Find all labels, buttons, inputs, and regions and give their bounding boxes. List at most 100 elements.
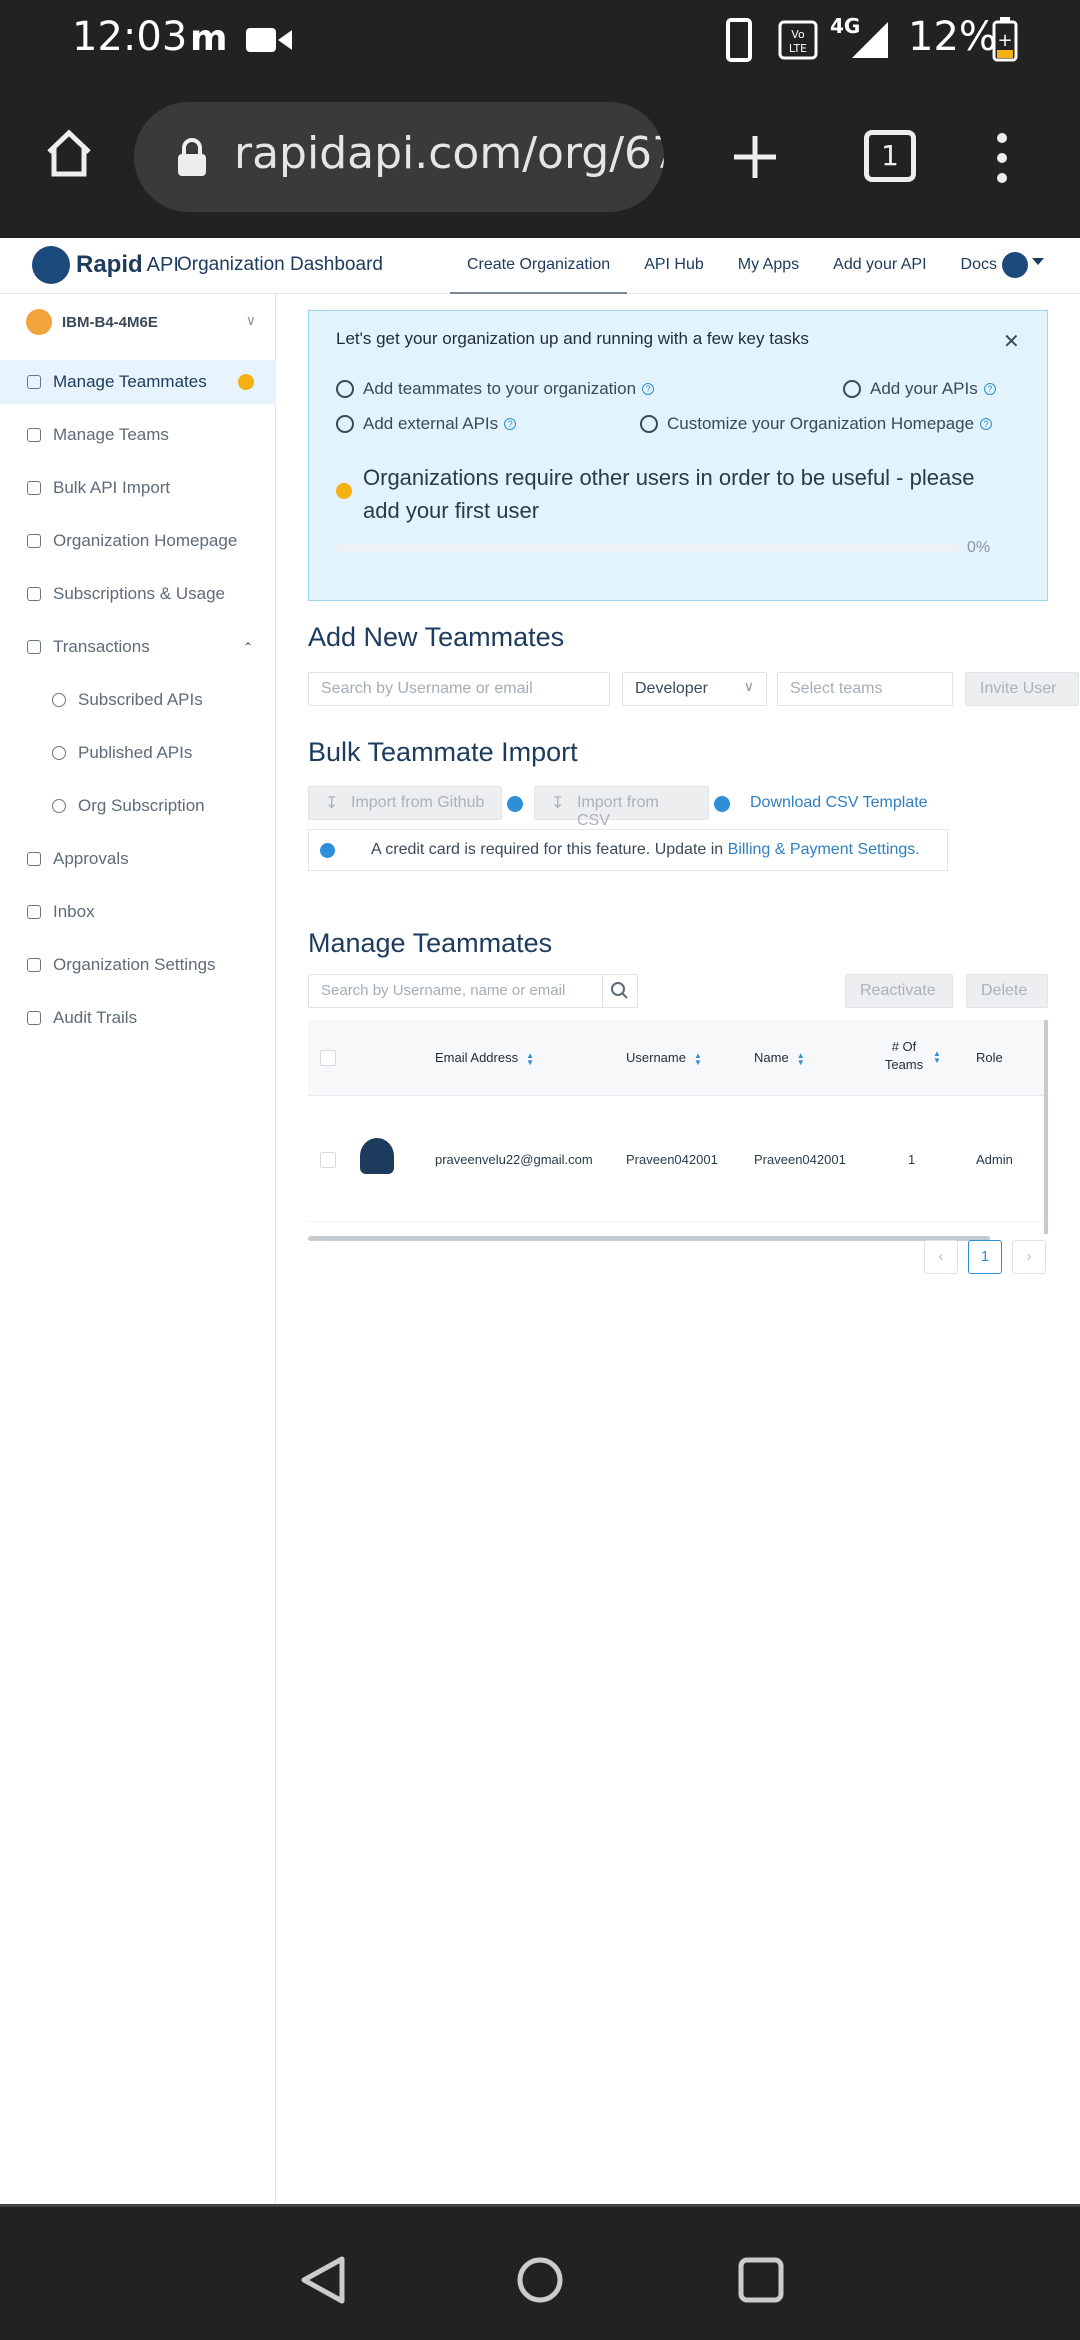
- import-github-button[interactable]: ↧ Import from Github: [308, 786, 502, 820]
- user-avatar[interactable]: [1002, 252, 1028, 278]
- svg-text:+: +: [997, 30, 1012, 51]
- nav-add-your-api[interactable]: Add your API: [816, 238, 943, 294]
- sidebar-item-bulk-api-import[interactable]: Bulk API Import: [0, 466, 276, 510]
- app-m-icon: m: [190, 18, 228, 59]
- url-text: rapidapi.com/org/67: [234, 128, 664, 179]
- search-button[interactable]: [602, 974, 638, 1008]
- upload-icon: ↧: [325, 795, 339, 812]
- tab-switcher-button[interactable]: 1: [864, 130, 916, 182]
- info-icon[interactable]: [507, 796, 523, 812]
- sidebar-item-label: Organization Settings: [53, 955, 216, 974]
- home-button-icon[interactable]: [44, 128, 94, 178]
- sidebar-item-audit-trails[interactable]: Audit Trails: [0, 996, 276, 1040]
- battery-icon: +: [992, 17, 1018, 62]
- gear-icon: [27, 958, 41, 972]
- task-label: Add your APIs: [870, 379, 978, 398]
- org-selector[interactable]: IBM-B4-4M6E ∨: [26, 302, 266, 342]
- avatar: [360, 1138, 394, 1174]
- column-email[interactable]: Email Address ▲ ▼: [435, 1050, 534, 1066]
- sidebar-item-organization-settings[interactable]: Organization Settings: [0, 943, 276, 987]
- info-icon[interactable]: [714, 796, 730, 812]
- sidebar-item-published-apis[interactable]: Published APIs: [0, 731, 276, 775]
- column-teams[interactable]: # Of Teams: [881, 1038, 927, 1074]
- back-icon[interactable]: [298, 2255, 348, 2305]
- delete-button[interactable]: Delete: [966, 974, 1048, 1008]
- billing-settings-link[interactable]: Billing & Payment Settings.: [728, 841, 920, 858]
- sidebar-item-manage-teams[interactable]: Manage Teams: [0, 413, 276, 457]
- brand-suffix: API: [146, 253, 179, 276]
- column-label: Username: [626, 1050, 686, 1065]
- more-menu-icon[interactable]: [992, 130, 1012, 186]
- member-search-input[interactable]: Search by Username, name or email: [308, 974, 603, 1008]
- video-camera-icon: [246, 28, 292, 52]
- sort-icon: ▲ ▼: [933, 1049, 941, 1065]
- nav-create-organization[interactable]: Create Organization: [450, 238, 628, 294]
- reactivate-button[interactable]: Reactivate: [845, 974, 953, 1008]
- sidebar-item-inbox[interactable]: Inbox: [0, 890, 276, 934]
- task-add-your-apis[interactable]: Add your APIs?: [843, 379, 996, 399]
- credit-card-notice: A credit card is required for this featu…: [308, 829, 948, 871]
- role-select[interactable]: Developer ∨: [622, 672, 767, 706]
- rapidapi-logo[interactable]: Rapid API: [32, 246, 179, 284]
- teammate-search-input[interactable]: Search by Username or email: [308, 672, 610, 706]
- teams-select[interactable]: Select teams: [777, 672, 953, 706]
- recents-icon[interactable]: [736, 2255, 786, 2305]
- sidebar-item-org-subscription[interactable]: Org Subscription: [0, 784, 276, 828]
- sidebar-item-label: Audit Trails: [53, 1008, 138, 1027]
- import-github-label: Import from Github: [351, 794, 485, 811]
- sidebar-item-transactions[interactable]: Transactions ⌃: [0, 625, 276, 669]
- sidebar-item-subscriptions-usage[interactable]: Subscriptions & Usage: [0, 572, 276, 616]
- tasks-warning: Organizations require other users in ord…: [363, 465, 975, 523]
- url-bar[interactable]: rapidapi.com/org/67: [134, 102, 664, 212]
- home-icon[interactable]: [515, 2255, 565, 2305]
- nav-my-apps[interactable]: My Apps: [721, 238, 816, 294]
- select-all-checkbox[interactable]: [320, 1050, 336, 1066]
- chevron-up-icon: ⌃: [243, 640, 254, 654]
- task-add-teammates[interactable]: Add teammates to your organization?: [336, 379, 655, 399]
- dollar-icon: [52, 746, 66, 760]
- nav-api-hub[interactable]: API Hub: [627, 238, 721, 294]
- row-checkbox[interactable]: [320, 1152, 336, 1168]
- table-header: Email Address ▲ ▼ Username ▲ ▼ Name ▲ ▼ # Of T…: [308, 1020, 1048, 1096]
- role-value: Developer: [635, 680, 708, 697]
- invite-user-button[interactable]: Invite User: [965, 672, 1079, 706]
- help-icon[interactable]: ?: [980, 418, 993, 430]
- mail-icon: [27, 905, 41, 919]
- sort-icon: ▲ ▼: [796, 1050, 805, 1067]
- sidebar-item-organization-homepage[interactable]: Organization Homepage: [0, 519, 276, 563]
- import-csv-button[interactable]: ↧ Import from CSV: [534, 786, 709, 829]
- column-label: Email Address: [435, 1050, 519, 1065]
- sidebar-item-subscribed-apis[interactable]: Subscribed APIs: [0, 678, 276, 722]
- page-number-button[interactable]: 1: [968, 1240, 1002, 1274]
- radio-icon: [640, 415, 658, 433]
- new-tab-icon[interactable]: [730, 132, 780, 182]
- horizontal-scrollbar[interactable]: [308, 1236, 990, 1241]
- task-add-external-apis[interactable]: Add external APIs?: [336, 414, 517, 434]
- task-customize-homepage[interactable]: Customize your Organization Homepage?: [640, 414, 993, 434]
- manage-teammates-heading: Manage Teammates: [308, 928, 553, 958]
- check-circle-icon: [52, 799, 66, 813]
- nav-links: Create Organization API Hub My Apps Add …: [450, 238, 1014, 294]
- help-icon[interactable]: ?: [642, 383, 655, 395]
- cell-role: Admin: [976, 1152, 1013, 1167]
- chevron-down-icon: ∨: [743, 678, 754, 694]
- vertical-scrollbar[interactable]: [1044, 1020, 1048, 1234]
- notice-text: A credit card is required for this featu…: [371, 841, 920, 859]
- column-name[interactable]: Name ▲ ▼: [754, 1050, 805, 1066]
- user-menu-caret-icon[interactable]: [1032, 258, 1044, 265]
- dashboard-title: Organization Dashboard: [177, 254, 383, 275]
- sidebar-item-approvals[interactable]: Approvals: [0, 837, 276, 881]
- download-csv-template-link[interactable]: Download CSV Template: [750, 794, 928, 812]
- table-row[interactable]: praveenvelu22@gmail.com Praveen042001 Pr…: [308, 1096, 1048, 1222]
- sidebar-item-manage-teammates[interactable]: Manage Teammates: [0, 360, 276, 404]
- onboarding-tasks-panel: Let's get your organization up and runni…: [308, 310, 1048, 601]
- close-icon[interactable]: ✕: [1003, 329, 1020, 354]
- sidebar: IBM-B4-4M6E ∨ Manage Teammates Manage Te…: [0, 294, 276, 2204]
- warning-icon: [336, 483, 352, 499]
- prev-page-button[interactable]: ‹: [924, 1240, 958, 1274]
- help-icon[interactable]: ?: [504, 418, 517, 430]
- next-page-button[interactable]: ›: [1012, 1240, 1046, 1274]
- sidebar-item-label: Org Subscription: [78, 796, 205, 815]
- column-username[interactable]: Username ▲ ▼: [626, 1050, 702, 1066]
- help-icon[interactable]: ?: [983, 383, 996, 395]
